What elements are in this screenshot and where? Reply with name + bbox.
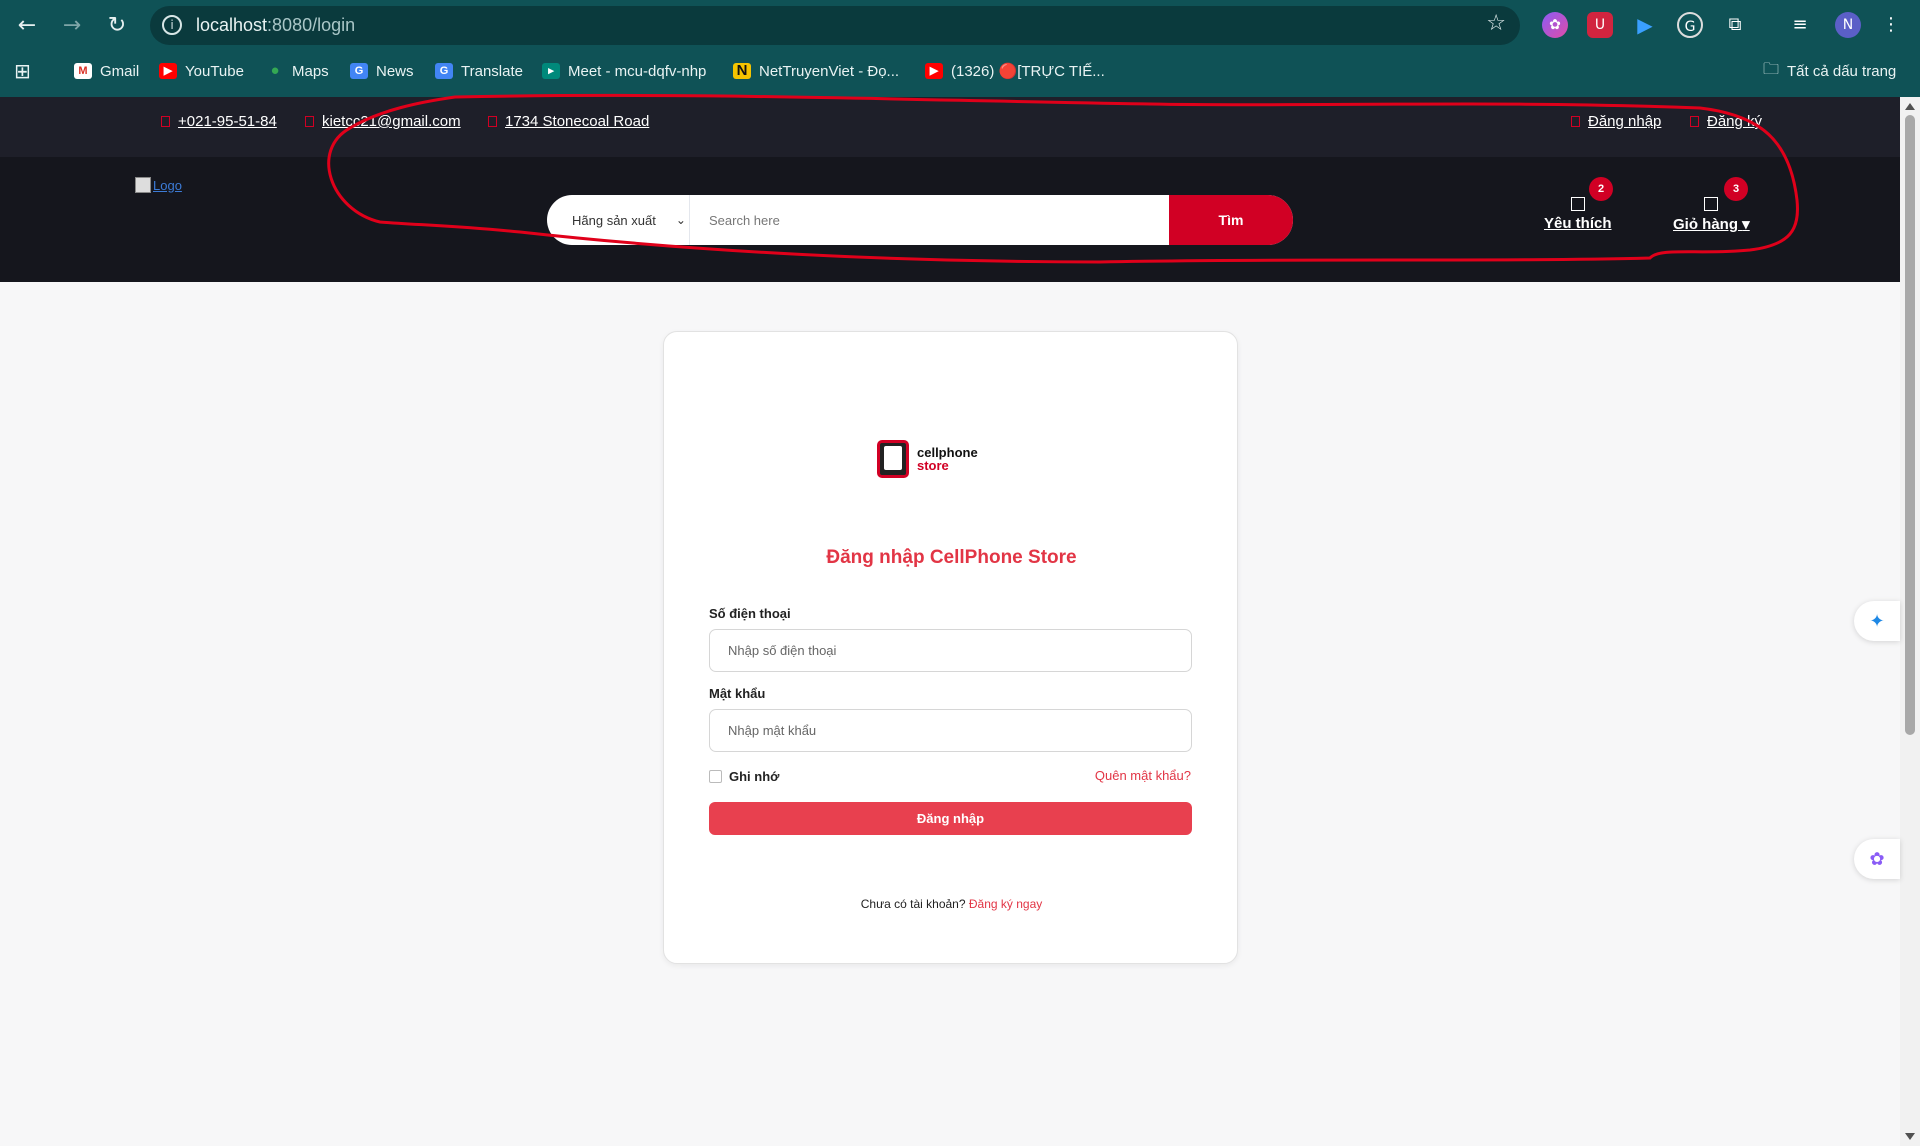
chevron-down-icon: ⌄ — [675, 213, 686, 227]
extensions-puzzle-icon[interactable]: ⧉ — [1722, 12, 1748, 38]
browser-menu-icon[interactable]: ⋮ — [1878, 12, 1904, 38]
folder-icon: 🗀 — [1763, 58, 1780, 78]
email-link[interactable]: kietcc21@gmail.com — [305, 113, 461, 130]
url-text[interactable]: localhost:8080/login — [196, 15, 355, 36]
youtube-icon: ▶ — [159, 63, 177, 79]
password-label: Mật khẩu — [709, 686, 766, 701]
forgot-password-link[interactable]: Quên mật khẩu? — [1095, 768, 1191, 783]
reload-icon[interactable]: ↻ — [103, 12, 131, 40]
site-topbar: +021-95-51-84 kietcc21@gmail.com 1734 St… — [0, 97, 1900, 157]
profile-avatar[interactable]: N — [1835, 12, 1861, 38]
topbar-register-link[interactable]: Đăng ký — [1690, 113, 1762, 130]
news-icon: G — [350, 63, 368, 79]
register-now-link[interactable]: Đăng ký ngay — [969, 897, 1042, 911]
map-marker-icon — [488, 116, 497, 127]
search-form: Hãng sản xuất ⌄ Search here Tìm — [547, 195, 1293, 245]
back-arrow-icon[interactable]: ← — [13, 12, 41, 40]
gmail-icon: M — [74, 63, 92, 79]
phone-link[interactable]: +021-95-51-84 — [161, 113, 277, 130]
bookmark-gmail[interactable]: M Gmail — [74, 60, 139, 82]
wishlist-link[interactable]: Yêu thích 2 — [1544, 177, 1613, 232]
page-scrollbar[interactable] — [1900, 97, 1920, 1146]
envelope-icon — [305, 116, 314, 127]
bookmark-translate[interactable]: G Translate — [435, 60, 523, 82]
scrollbar-thumb[interactable] — [1905, 115, 1915, 735]
login-button[interactable]: Đăng nhập — [709, 802, 1192, 835]
address-row: ← → ↻ i localhost:8080/login ☆ ✿ U ▶ G ⧉… — [0, 0, 1920, 50]
search-input[interactable]: Search here — [690, 195, 1169, 245]
meet-icon: ▸ — [542, 63, 560, 79]
cart-count-badge: 3 — [1724, 177, 1748, 201]
phone-icon — [161, 116, 170, 127]
caret-down-icon: ▾ — [1742, 216, 1750, 233]
grammarly-extension-icon[interactable]: G — [1677, 12, 1703, 38]
browser-chrome: ← → ↻ i localhost:8080/login ☆ ✿ U ▶ G ⧉… — [0, 0, 1920, 97]
play-extension-icon[interactable]: ▶ — [1632, 12, 1658, 38]
all-bookmarks[interactable]: 🗀 Tất cả dấu trang — [1763, 58, 1896, 82]
bookmark-news[interactable]: G News — [350, 60, 414, 82]
shopping-cart-icon — [1704, 197, 1719, 211]
wishlist-count-badge: 2 — [1589, 177, 1613, 201]
remember-checkbox[interactable]: Ghi nhớ — [709, 769, 779, 784]
maps-pin-icon: ● — [270, 62, 280, 79]
store-logo: cellphone store — [877, 440, 978, 478]
phone-input[interactable]: Nhập số điện thoại — [709, 629, 1192, 672]
site-logo[interactable]: Logo — [135, 177, 182, 193]
scroll-up-icon[interactable] — [1905, 103, 1915, 110]
login-card: cellphone store Đăng nhập CellPhone Store… — [663, 331, 1238, 964]
site-info-icon[interactable]: i — [162, 15, 182, 35]
ai-assistant-widget-icon[interactable]: ✦ — [1854, 601, 1900, 641]
apps-grid-icon[interactable]: ⊞ — [14, 59, 31, 83]
login-title: Đăng nhập CellPhone Store — [826, 547, 1077, 568]
category-select[interactable]: Hãng sản xuất ⌄ — [547, 195, 690, 245]
user-icon — [1571, 116, 1580, 127]
brain-extension-icon[interactable]: ✿ — [1542, 12, 1568, 38]
site-header: Logo Hãng sản xuất ⌄ Search here Tìm Yêu … — [0, 157, 1900, 282]
address-link[interactable]: 1734 Stonecoal Road — [488, 113, 649, 130]
translate-icon: G — [435, 63, 453, 79]
cart-dropdown[interactable]: Giỏ hàng ▾ 3 — [1673, 177, 1750, 233]
bookmark-nettruyen[interactable]: N NetTruyenViet - Đọ... — [733, 60, 899, 82]
ublock-extension-icon[interactable]: U — [1587, 12, 1613, 38]
nettruyen-icon: N — [733, 63, 751, 79]
signup-prompt: Chưa có tài khoản? Đăng ký ngay — [860, 897, 1043, 911]
password-input[interactable]: Nhập mật khẩu — [709, 709, 1192, 752]
forward-arrow-icon[interactable]: → — [58, 12, 86, 40]
phone-label: Số điện thoại — [709, 606, 791, 621]
broken-image-icon — [135, 177, 151, 193]
checkbox-box[interactable] — [709, 770, 722, 783]
scroll-down-icon[interactable] — [1905, 1133, 1915, 1140]
bookmarks-bar: ⊞ M Gmail ▶ YouTube ● Maps G News G Translate… — [0, 50, 1920, 92]
user-plus-icon — [1690, 116, 1699, 127]
media-queue-icon[interactable]: ≡ — [1787, 12, 1813, 38]
youtube-icon: ▶ — [925, 63, 943, 79]
bookmark-youtube[interactable]: ▶ YouTube — [159, 60, 244, 82]
bookmark-youtube-live[interactable]: ▶ (1326) 🔴[TRỰC TIẾ... — [925, 60, 1105, 82]
bookmark-maps[interactable]: ● Maps — [266, 60, 328, 82]
bookmark-star-icon[interactable]: ☆ — [1486, 11, 1506, 36]
address-bar[interactable]: i localhost:8080/login ☆ — [150, 6, 1520, 45]
cellphone-logo-icon — [877, 440, 909, 478]
search-button[interactable]: Tìm — [1169, 195, 1293, 245]
topbar-login-link[interactable]: Đăng nhập — [1571, 113, 1661, 130]
brain-widget-icon[interactable]: ✿ — [1854, 839, 1900, 879]
bookmark-meet[interactable]: ▸ Meet - mcu-dqfv-nhp — [542, 60, 706, 82]
heart-icon — [1570, 197, 1585, 211]
